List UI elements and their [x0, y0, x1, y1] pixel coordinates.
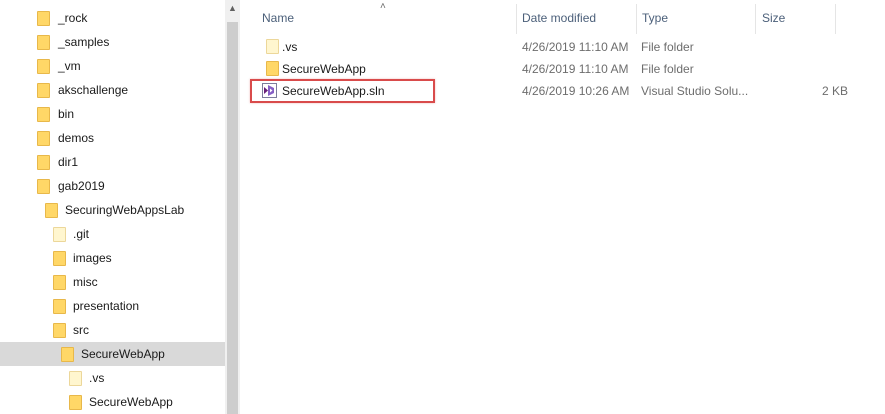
nav-item-securingwebappslab[interactable]: SecuringWebAppsLab: [0, 198, 225, 222]
scrollbar-thumb[interactable]: [227, 22, 238, 414]
file-date-modified: 4/26/2019 11:10 AM: [522, 62, 629, 76]
nav-item-git[interactable]: .git: [0, 222, 225, 246]
nav-item-label: gab2019: [58, 179, 105, 193]
nav-item-bin[interactable]: bin: [0, 102, 225, 126]
navigation-pane: _rock _samples _vm akschallenge bin demo…: [0, 0, 225, 414]
nav-item-rock[interactable]: _rock: [0, 6, 225, 30]
nav-item-label: SecuringWebAppsLab: [65, 203, 185, 217]
file-name: .vs: [282, 40, 298, 54]
nav-item-label: _vm: [58, 59, 81, 73]
file-row-securewebapp[interactable]: SecureWebApp 4/26/2019 11:10 AM File fol…: [260, 58, 860, 80]
folder-icon: [37, 35, 50, 50]
scroll-up-arrow-icon[interactable]: ▲: [228, 4, 237, 13]
sort-ascending-icon: ˄: [380, 1, 386, 12]
nav-item-misc[interactable]: misc: [0, 270, 225, 294]
file-type: File folder: [641, 40, 694, 54]
nav-item-gab2019[interactable]: gab2019: [0, 174, 225, 198]
folder-icon: [37, 11, 50, 26]
nav-item-images[interactable]: images: [0, 246, 225, 270]
folder-icon: [37, 155, 50, 170]
folder-icon: [69, 371, 82, 386]
column-divider[interactable]: [516, 4, 517, 34]
nav-item-akschallenge[interactable]: akschallenge: [0, 78, 225, 102]
nav-item-label: bin: [58, 107, 75, 121]
nav-item-label: _samples: [58, 35, 110, 49]
nav-item-label: akschallenge: [58, 83, 129, 97]
folder-icon: [61, 347, 74, 362]
nav-item-src[interactable]: src: [0, 318, 225, 342]
nav-item-presentation[interactable]: presentation: [0, 294, 225, 318]
folder-icon: [69, 395, 82, 410]
file-date-modified: 4/26/2019 11:10 AM: [522, 40, 629, 54]
file-list-pane: Name ˄ Date modified Type Size .vs 4/26/…: [240, 0, 885, 414]
nav-item-label: presentation: [73, 299, 140, 313]
folder-icon: [53, 299, 66, 314]
nav-item-vs[interactable]: .vs: [0, 366, 225, 390]
nav-item-label: dir1: [58, 155, 79, 169]
folder-icon: [37, 179, 50, 194]
nav-item-samples[interactable]: _samples: [0, 30, 225, 54]
column-header-size[interactable]: Size: [762, 0, 785, 36]
nav-item-label: src: [73, 323, 89, 337]
nav-item-vm[interactable]: _vm: [0, 54, 225, 78]
folder-icon: [266, 39, 279, 54]
file-row-vs[interactable]: .vs 4/26/2019 11:10 AM File folder: [260, 36, 860, 58]
column-divider[interactable]: [835, 4, 836, 34]
nav-item-dir1[interactable]: dir1: [0, 150, 225, 174]
nav-item-label: images: [73, 251, 112, 265]
column-divider[interactable]: [636, 4, 637, 34]
nav-item-label: _rock: [58, 11, 88, 25]
file-type: Visual Studio Solu...: [641, 84, 749, 98]
nav-item-label: .git: [73, 227, 90, 241]
highlight-annotation-box: [250, 79, 435, 103]
folder-icon: [53, 275, 66, 290]
column-header-type[interactable]: Type: [642, 0, 668, 36]
folder-icon: [45, 203, 58, 218]
folder-icon: [53, 251, 66, 266]
folder-icon: [37, 107, 50, 122]
nav-scrollbar[interactable]: ▲: [225, 0, 240, 414]
column-header-date-modified[interactable]: Date modified: [522, 0, 596, 36]
folder-icon: [37, 83, 50, 98]
nav-item-securewebapp-selected[interactable]: SecureWebApp: [0, 342, 225, 366]
folder-icon: [53, 227, 66, 242]
file-date-modified: 4/26/2019 10:26 AM: [522, 84, 630, 98]
folder-icon: [53, 323, 66, 338]
column-header-name[interactable]: Name: [262, 0, 294, 36]
nav-item-label: .vs: [89, 371, 105, 385]
nav-item-demos[interactable]: demos: [0, 126, 225, 150]
nav-item-securewebapp-child[interactable]: SecureWebApp: [0, 390, 225, 414]
folder-icon: [37, 59, 50, 74]
nav-item-label: demos: [58, 131, 95, 145]
folder-icon: [266, 61, 279, 76]
column-divider[interactable]: [755, 4, 756, 34]
nav-item-label: misc: [73, 275, 98, 289]
file-name: SecureWebApp: [282, 62, 366, 76]
nav-item-label: SecureWebApp: [81, 347, 165, 361]
file-size: 2 KB: [821, 84, 848, 98]
nav-item-label: SecureWebApp: [89, 395, 173, 409]
file-type: File folder: [641, 62, 694, 76]
folder-icon: [37, 131, 50, 146]
